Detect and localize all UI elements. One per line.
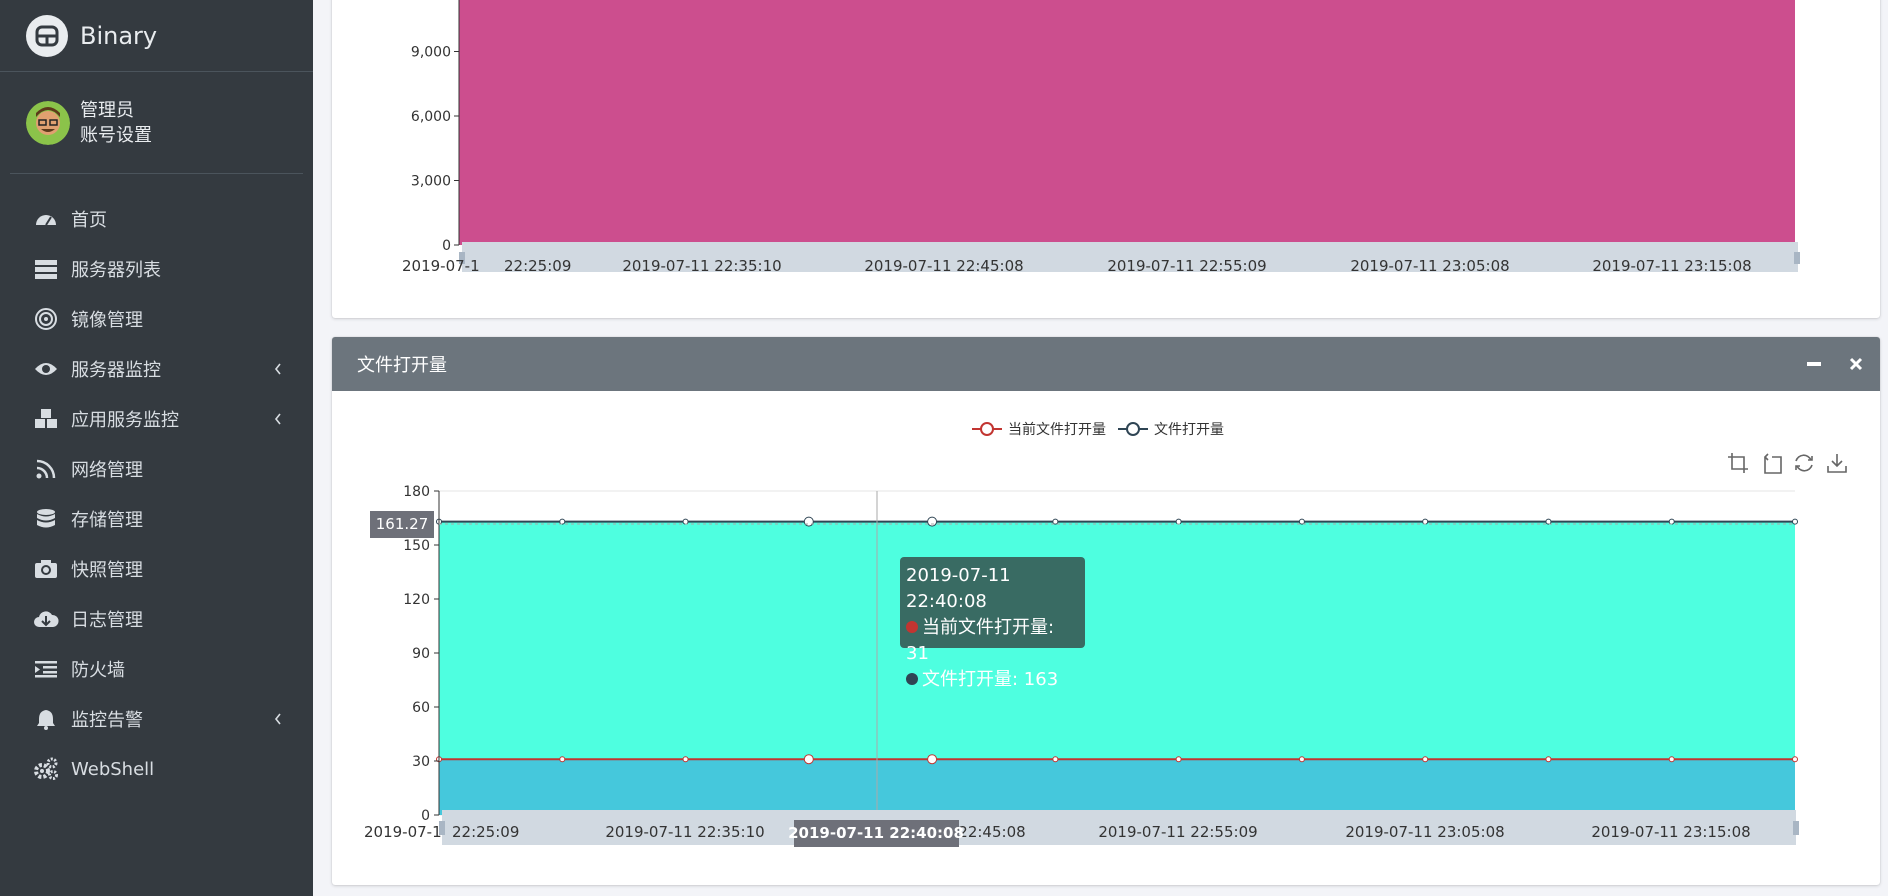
tooltip-line: 当前文件打开量: 31 — [906, 617, 1055, 664]
sidebar-item-label: 镜像管理 — [71, 310, 143, 331]
sidebar-item-label: 应用服务监控 — [71, 410, 179, 431]
tooltip-time: 2019-07-11 22:40:08 — [906, 565, 1011, 612]
x-tick-label: 2019-07-11 23:05:08 — [1350, 257, 1509, 275]
legend-item-current-open[interactable]: 当前文件打开量 — [972, 419, 1106, 439]
sidebar: Binary 管理员 账号设置 首页 服务器列表 镜像管理 服务器监控 应用服务… — [0, 0, 313, 896]
zoom-back-icon — [1763, 452, 1782, 474]
sidebar-item-label: 服务器列表 — [71, 260, 161, 281]
cloud-download-icon — [33, 606, 59, 632]
sidebar-item-network[interactable]: 网络管理 — [0, 444, 313, 494]
y-tick-label: 0 — [442, 238, 451, 254]
eye-icon — [33, 356, 59, 382]
chart-card-top: 0 3,000 6,000 9,000 2019-07-1 22:25:09 2019-07… — [332, 0, 1880, 318]
sidebar-item-label: 监控告警 — [71, 710, 143, 731]
chevron-left-icon — [273, 710, 283, 731]
x-tick-label: 22:25:09 — [504, 257, 571, 275]
data-zoom-button[interactable] — [1726, 451, 1749, 474]
y-tick-label: 3,000 — [411, 174, 451, 190]
cogs-icon — [33, 756, 59, 782]
download-icon — [1826, 453, 1847, 473]
chart-toolbox — [1726, 451, 1848, 474]
save-image-button[interactable] — [1825, 451, 1848, 474]
sidebar-item-label: 存储管理 — [71, 510, 143, 531]
sidebar-item-image[interactable]: 镜像管理 — [0, 294, 313, 344]
brand-logo-icon — [26, 14, 68, 57]
top-area-chart: 0 3,000 6,000 9,000 2019-07-1 22:25:09 2019-07… — [402, 0, 1800, 275]
x-tick-label: 2019-07-11 23:15:08 — [1592, 257, 1751, 275]
firewall-icon — [33, 656, 59, 682]
legend-label: 文件打开量 — [1154, 422, 1224, 438]
datazoom-handle-right — [1794, 252, 1800, 264]
sidebar-item-server-list[interactable]: 服务器列表 — [0, 244, 313, 294]
rss-icon — [33, 456, 59, 482]
y-tick-label: 9,000 — [411, 45, 451, 61]
series-dot — [906, 621, 918, 633]
sidebar-item-label: 网络管理 — [71, 460, 143, 481]
series-area — [459, 0, 1795, 245]
database-icon — [33, 506, 59, 532]
chevron-left-icon — [273, 360, 283, 381]
sidebar-item-alerts[interactable]: 监控告警 — [0, 694, 313, 744]
server-list-icon — [33, 256, 59, 282]
card-header: 文件打开量 — [332, 337, 1880, 391]
sidebar-item-app-monitor[interactable]: 应用服务监控 — [0, 394, 313, 444]
sidebar-item-label: 首页 — [71, 210, 107, 231]
x-tick-label: 2019-07-1 — [402, 257, 480, 275]
brand-name: Binary — [80, 21, 158, 50]
chart-legend: 当前文件打开量 文件打开量 — [972, 419, 1224, 439]
restore-button[interactable] — [1792, 451, 1815, 474]
avatar[interactable] — [26, 100, 70, 145]
card-title: 文件打开量 — [357, 355, 447, 376]
sidebar-item-firewall[interactable]: 防火墙 — [0, 644, 313, 694]
chart-tooltip: 2019-07-11 22:40:08 当前文件打开量: 31 文件打开量: 1… — [900, 557, 1085, 690]
sidebar-item-logs[interactable]: 日志管理 — [0, 594, 313, 644]
sidebar-item-server-monitor[interactable]: 服务器监控 — [0, 344, 313, 394]
image-icon — [33, 306, 59, 332]
x-tick-label: 2019-07-11 22:35:10 — [622, 257, 781, 275]
refresh-icon — [1794, 453, 1813, 472]
y-tick-label: 6,000 — [411, 109, 451, 125]
minus-icon — [1807, 362, 1821, 366]
minimize-button[interactable] — [1804, 354, 1824, 374]
brand-link[interactable]: Binary — [0, 0, 313, 72]
user-panel: 管理员 账号设置 — [10, 72, 303, 174]
bell-icon — [33, 706, 59, 732]
zoom-reset-button[interactable] — [1759, 451, 1782, 474]
chevron-left-icon — [273, 410, 283, 431]
sidebar-item-label: 防火墙 — [71, 660, 125, 681]
x-tick-label: 2019-07-11 22:55:09 — [1107, 257, 1266, 275]
series-dot — [906, 673, 918, 685]
sidebar-item-storage[interactable]: 存储管理 — [0, 494, 313, 544]
sidebar-item-label: WebShell — [71, 758, 155, 780]
account-settings-link[interactable]: 账号设置 — [80, 123, 152, 148]
legend-item-open[interactable]: 文件打开量 — [1118, 419, 1224, 439]
dashboard-icon — [33, 206, 59, 232]
close-button[interactable] — [1846, 354, 1866, 374]
camera-icon — [33, 556, 59, 582]
user-name: 管理员 — [80, 99, 134, 121]
crop-icon — [1727, 452, 1748, 473]
legend-label: 当前文件打开量 — [1008, 422, 1106, 438]
x-tick-label: 2019-07-11 22:45:08 — [864, 257, 1023, 275]
sidebar-item-webshell[interactable]: WebShell — [0, 744, 313, 794]
sidebar-item-label: 快照管理 — [71, 560, 143, 581]
cubes-icon — [33, 406, 59, 432]
close-icon — [1849, 357, 1863, 371]
sidebar-item-label: 日志管理 — [71, 610, 143, 631]
sidebar-item-snapshot[interactable]: 快照管理 — [0, 544, 313, 594]
sidebar-item-label: 服务器监控 — [71, 360, 161, 381]
sidebar-nav: 首页 服务器列表 镜像管理 服务器监控 应用服务监控 网络管理 存储管理 快照管… — [0, 194, 313, 794]
sidebar-item-home[interactable]: 首页 — [0, 194, 313, 244]
tooltip-line: 文件打开量: 163 — [922, 669, 1059, 690]
